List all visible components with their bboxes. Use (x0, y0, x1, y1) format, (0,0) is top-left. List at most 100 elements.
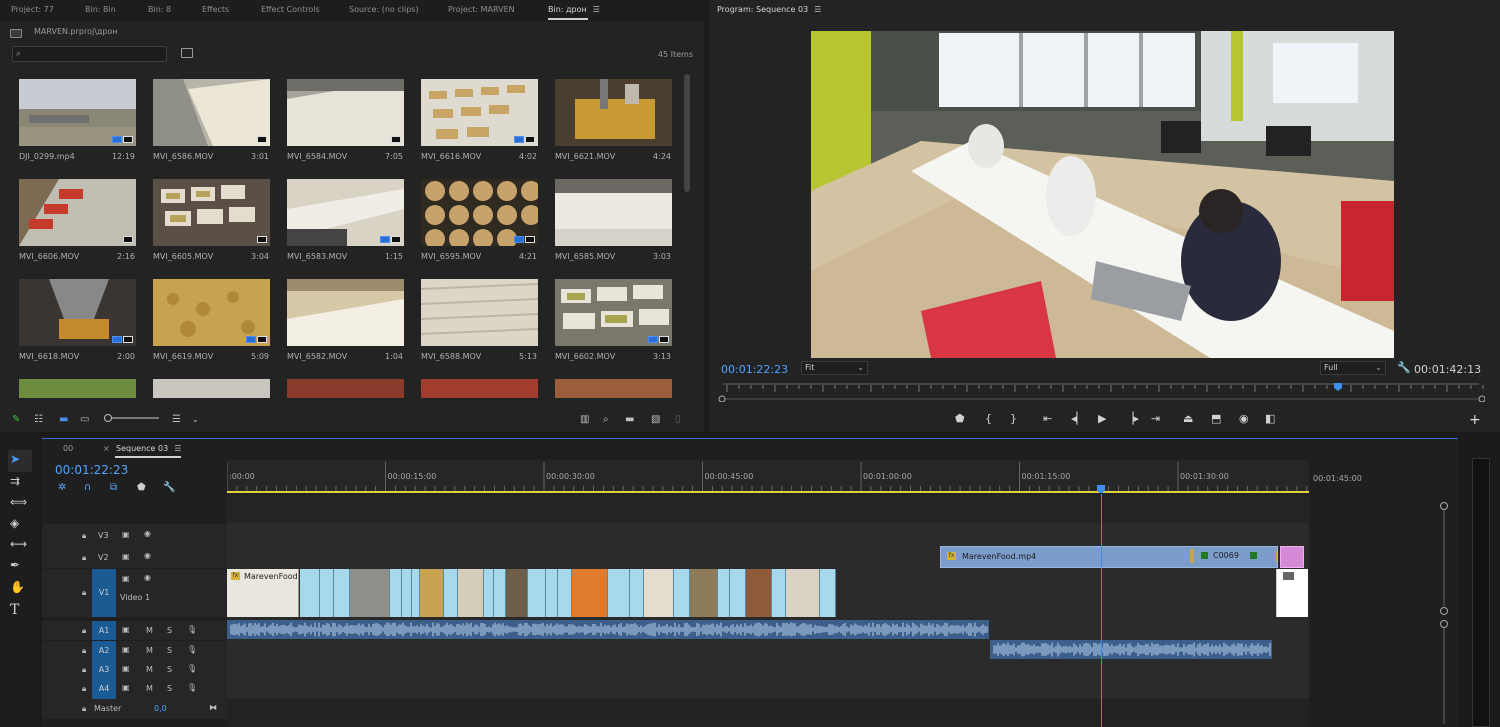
mute-button[interactable]: M (146, 646, 153, 655)
clip-item[interactable]: MVI_6585.MOV 3:03 (546, 171, 676, 269)
tab-sequence-03[interactable]: Sequence 03 ☰ (116, 444, 181, 453)
zoom-level-dropdown[interactable]: Fit ⌄ (801, 361, 868, 375)
mark-out-icon[interactable]: } (1010, 412, 1017, 425)
solo-button[interactable]: S (167, 626, 172, 635)
playhead-timecode[interactable]: 00:01:22:23 (721, 363, 788, 376)
sync-lock-icon[interactable]: ▣ (122, 664, 130, 673)
video-scroll-handle-top[interactable] (1440, 502, 1448, 510)
sync-lock-icon[interactable]: ▣ (122, 625, 130, 634)
solo-button[interactable]: S (167, 646, 172, 655)
video-clip[interactable] (746, 569, 772, 617)
lock-icon[interactable]: 🔒︎ (82, 684, 86, 694)
playhead-line[interactable] (1101, 494, 1102, 727)
panel-menu-icon[interactable]: ☰ (593, 5, 600, 14)
microphone-icon[interactable]: 🎙︎ (187, 664, 197, 673)
video-clip[interactable] (608, 569, 630, 617)
audio-clip-a1[interactable] (227, 620, 989, 639)
clip-item[interactable]: MVI_6586.MOV 3:01 (144, 71, 274, 169)
video-clip[interactable] (320, 569, 334, 617)
video-clip[interactable] (820, 569, 836, 617)
microphone-icon[interactable]: 🎙︎ (187, 683, 197, 692)
video-clip[interactable] (572, 569, 608, 617)
zoom-slider[interactable] (104, 417, 159, 419)
clip-item[interactable]: MVI_6582.MOV 1:04 (278, 271, 408, 369)
step-back-icon[interactable]: ◂▏ (1071, 412, 1085, 425)
audio-scroll-handle-top[interactable] (1440, 620, 1448, 628)
clip-item[interactable]: MVI_6619.MOV 5:09 (144, 271, 274, 369)
clip-item[interactable]: MVI_6602.MOV 3:13 (546, 271, 676, 369)
go-to-out-icon[interactable]: ⇥ (1151, 412, 1160, 425)
clip-item[interactable]: MVI_6605.MOV 3:04 (144, 171, 274, 269)
nest-icon[interactable]: ✲ (58, 482, 66, 493)
track-v2[interactable]: fx MarevenFood.mp4 C0069 (227, 546, 1309, 568)
clip-item[interactable] (546, 371, 676, 398)
video-clip[interactable] (674, 569, 690, 617)
microphone-icon[interactable]: 🎙︎ (187, 625, 197, 634)
clip-item[interactable]: MVI_6595.MOV 4:21 (412, 171, 542, 269)
mute-button[interactable]: M (146, 665, 153, 674)
pencil-icon[interactable]: ✎ (12, 414, 20, 425)
video-clip[interactable] (444, 569, 458, 617)
video-clip-marevenfood[interactable]: fx MarevenFood. (227, 569, 299, 617)
audio-scrollbar[interactable] (1443, 628, 1445, 724)
clip-item[interactable]: MVI_6621.MOV 4:24 (546, 71, 676, 169)
close-icon[interactable]: × (103, 444, 110, 453)
clip-item[interactable]: MVI_6588.MOV 5:13 (412, 271, 542, 369)
hand-tool-icon[interactable]: ✋ (10, 580, 25, 594)
clip-item[interactable]: MVI_6618.MOV 2:00 (10, 271, 140, 369)
video-clip[interactable] (558, 569, 572, 617)
mark-in-icon[interactable]: { (985, 412, 992, 425)
tab-project-marven[interactable]: Project: MARVEN (448, 5, 515, 14)
wrench-icon[interactable]: 🔧 (163, 482, 175, 493)
track-a4[interactable] (227, 679, 1309, 698)
clip-item[interactable] (278, 371, 408, 398)
clip-item[interactable]: DJI_0299.mp4 12:19 (10, 71, 140, 169)
video-scroll-handle-bottom[interactable] (1440, 607, 1448, 615)
new-item-icon[interactable]: ▧ (651, 414, 660, 425)
razor-tool-icon[interactable]: ◈ (10, 516, 19, 530)
timeline-timecode[interactable]: 00:01:22:23 (55, 463, 128, 477)
lock-icon[interactable]: 🔒︎ (82, 588, 86, 598)
eye-icon[interactable]: ◉ (144, 573, 151, 582)
video-clip[interactable] (350, 569, 390, 617)
program-monitor-title[interactable]: Program: Sequence 03 ☰ (717, 5, 821, 14)
slip-tool-icon[interactable]: ⟷ (10, 537, 27, 551)
add-marker-icon[interactable]: ⬟ (955, 412, 965, 425)
freeform-view-icon[interactable]: ▭ (80, 414, 89, 425)
video-clip[interactable] (546, 569, 558, 617)
find-icon[interactable]: ⌕ (603, 414, 609, 425)
video-clip[interactable] (506, 569, 528, 617)
list-view-icon[interactable]: ☷ (34, 414, 43, 425)
button-editor-plus-icon[interactable]: + (1469, 412, 1481, 428)
lock-icon[interactable]: 🔒︎ (82, 704, 86, 714)
track-a1[interactable] (227, 620, 1309, 639)
camera-icon[interactable]: ◉ (1239, 412, 1249, 425)
selection-tool-icon[interactable]: ➤ (10, 452, 20, 466)
tab-bin-bin[interactable]: Bin: Bin (85, 5, 116, 14)
track-a2[interactable] (227, 640, 1309, 659)
adjustment-clip[interactable] (1280, 546, 1304, 568)
video-clip[interactable] (334, 569, 350, 617)
sort-icon[interactable]: ☰ (172, 414, 181, 425)
lift-icon[interactable]: ⏏ (1183, 412, 1193, 425)
lock-icon[interactable]: 🔒︎ (82, 646, 86, 656)
tab-effects[interactable]: Effects (202, 5, 229, 14)
mute-button[interactable]: M (146, 626, 153, 635)
eye-icon[interactable]: ◉ (144, 551, 151, 560)
video-clip[interactable] (644, 569, 674, 617)
pen-tool-icon[interactable]: ✒ (10, 558, 20, 572)
video-clip[interactable] (300, 569, 320, 617)
snap-icon[interactable]: ∩ (84, 482, 91, 493)
lock-icon[interactable]: 🔒︎ (82, 553, 86, 563)
add-marker-icon[interactable]: ⬟ (137, 482, 146, 493)
tab-project-77[interactable]: Project: 77 (11, 5, 54, 14)
video-clip-white[interactable] (1276, 569, 1308, 617)
master-volume[interactable]: 0,0 (154, 704, 167, 713)
solo-button[interactable]: S (167, 665, 172, 674)
play-icon[interactable]: ▶ (1098, 412, 1106, 425)
lock-icon[interactable]: 🔒︎ (82, 626, 86, 636)
sync-lock-icon[interactable]: ▣ (122, 530, 130, 539)
tab-bin-8[interactable]: Bin: 8 (148, 5, 171, 14)
linked-selection-icon[interactable]: ⧉ (110, 482, 117, 493)
clip-item[interactable]: MVI_6583.MOV 1:15 (278, 171, 408, 269)
